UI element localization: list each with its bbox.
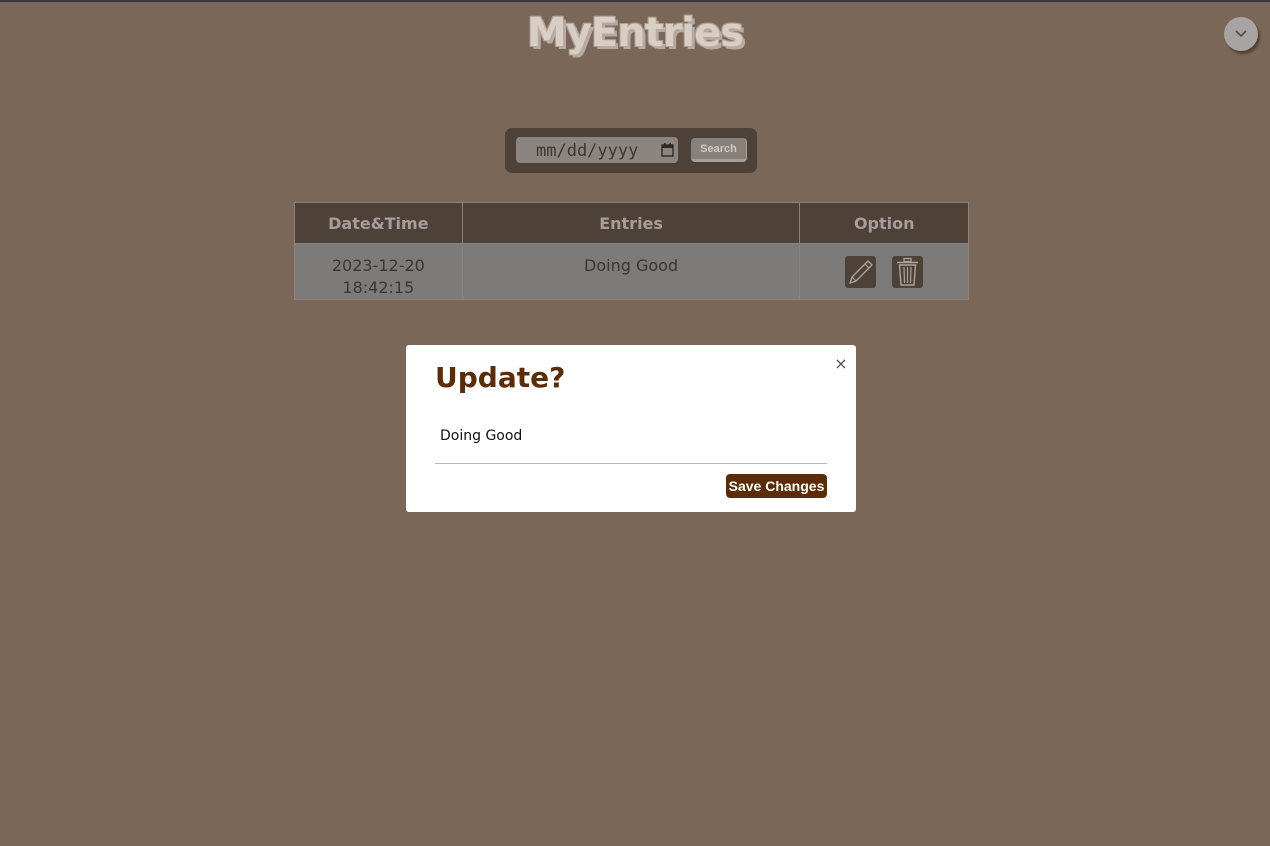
entries-table: Date&Time Entries Option 2023-12-20 18:4… xyxy=(294,202,969,300)
app-logo: MyEntries xyxy=(526,10,744,56)
header-option: Option xyxy=(799,202,969,244)
cell-date-time: 2023-12-20 18:42:15 xyxy=(294,243,463,300)
search-button[interactable]: Search xyxy=(691,138,747,162)
date-placeholder: mm/dd/yyyy xyxy=(536,141,639,161)
modal-title: Update? xyxy=(435,361,566,394)
search-bar: mm/dd/yyyy Search xyxy=(505,128,757,173)
delete-button[interactable] xyxy=(892,256,924,288)
cell-options xyxy=(799,243,969,300)
trash-icon xyxy=(897,257,919,286)
table-header-row: Date&Time Entries Option xyxy=(294,202,969,244)
pencil-icon xyxy=(849,260,873,284)
cell-entry: Doing Good xyxy=(461,243,801,300)
entry-text: Doing Good xyxy=(584,256,679,275)
entry-time: 18:42:15 xyxy=(342,278,415,297)
calendar-icon[interactable] xyxy=(661,143,674,157)
entry-update-input[interactable] xyxy=(435,409,827,464)
header-date-time: Date&Time xyxy=(294,202,463,244)
table-row: 2023-12-20 18:42:15 Doing Good xyxy=(294,243,969,300)
close-icon[interactable]: × xyxy=(834,356,848,372)
chevron-down-icon xyxy=(1235,30,1247,38)
header-entries: Entries xyxy=(461,202,801,244)
date-input[interactable]: mm/dd/yyyy xyxy=(516,137,678,163)
entry-date: 2023-12-20 xyxy=(331,256,425,275)
update-modal: Update? × Save Changes xyxy=(406,345,856,512)
edit-button[interactable] xyxy=(845,256,877,288)
dropdown-toggle-button[interactable] xyxy=(1224,17,1258,51)
save-changes-button[interactable]: Save Changes xyxy=(726,474,827,498)
